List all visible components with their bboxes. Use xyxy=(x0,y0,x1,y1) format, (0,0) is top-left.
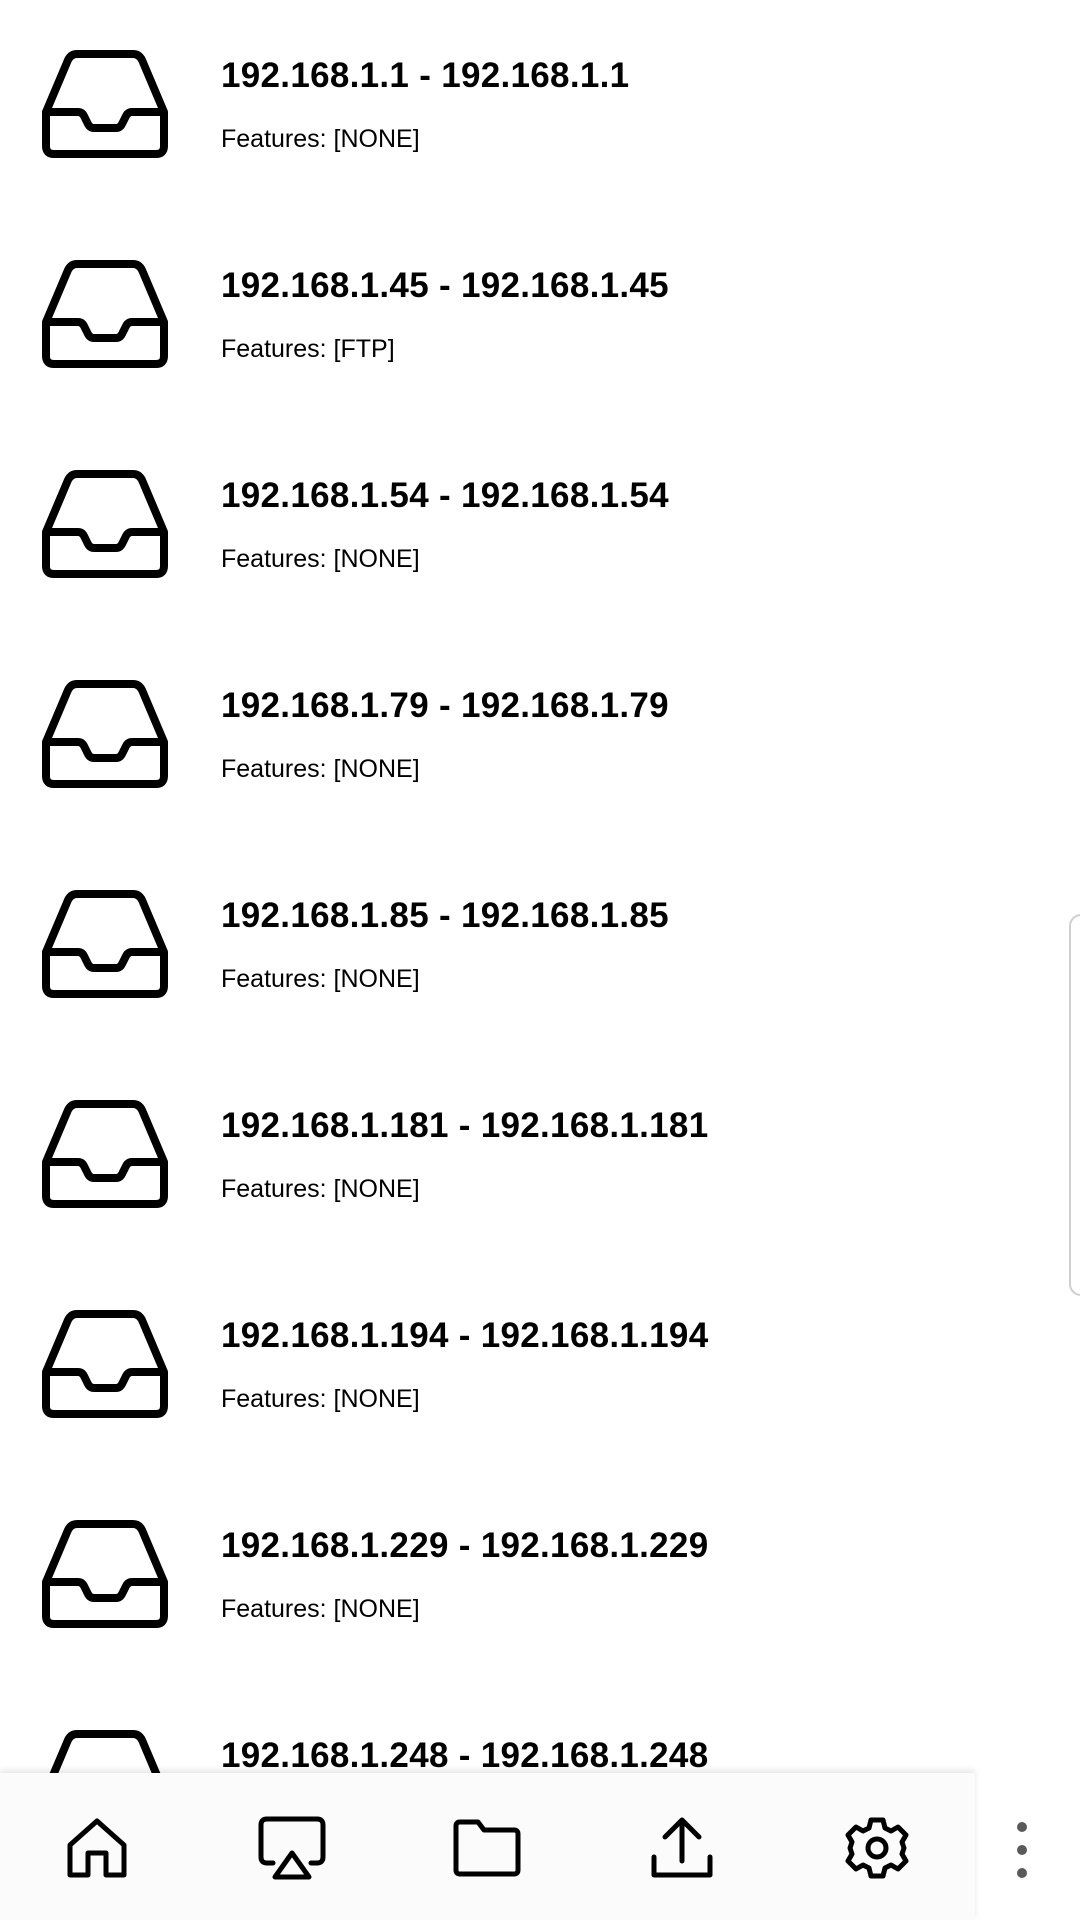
more-dot xyxy=(1017,1868,1027,1878)
device-list-item[interactable]: 192.168.1.229 - 192.168.1.229 Features: … xyxy=(0,1470,1060,1680)
more-vertical-icon[interactable] xyxy=(1002,1822,1042,1878)
device-title: 192.168.1.85 - 192.168.1.85 xyxy=(221,896,669,935)
device-title: 192.168.1.181 - 192.168.1.181 xyxy=(221,1106,709,1145)
bottom-navigation-bar xyxy=(0,1773,975,1920)
device-title: 192.168.1.1 - 192.168.1.1 xyxy=(221,56,630,95)
device-list-item[interactable]: 192.168.1.54 - 192.168.1.54 Features: [N… xyxy=(0,420,1060,630)
device-features: Features: [NONE] xyxy=(221,1385,420,1413)
inbox-icon xyxy=(40,470,170,580)
device-list-item[interactable]: 192.168.1.1 - 192.168.1.1 Features: [NON… xyxy=(0,0,1060,210)
device-title: 192.168.1.54 - 192.168.1.54 xyxy=(221,476,669,515)
device-title: 192.168.1.45 - 192.168.1.45 xyxy=(221,266,669,305)
device-list-item[interactable]: 192.168.1.194 - 192.168.1.194 Features: … xyxy=(0,1260,1060,1470)
device-title: 192.168.1.229 - 192.168.1.229 xyxy=(221,1526,709,1565)
edge-panel-handle[interactable] xyxy=(1069,914,1080,1296)
gear-icon xyxy=(845,1817,909,1879)
nav-upload-button[interactable] xyxy=(647,1813,717,1883)
inbox-icon xyxy=(40,1100,170,1210)
device-list-item[interactable]: 192.168.1.45 - 192.168.1.45 Features: [F… xyxy=(0,210,1060,420)
folder-icon xyxy=(453,1819,521,1877)
inbox-icon xyxy=(40,260,170,370)
upload-icon xyxy=(651,1817,713,1878)
nav-files-button[interactable] xyxy=(452,1813,522,1883)
inbox-icon xyxy=(40,50,170,160)
device-features: Features: [NONE] xyxy=(221,1175,420,1203)
device-list-item[interactable]: 192.168.1.79 - 192.168.1.79 Features: [N… xyxy=(0,630,1060,840)
inbox-icon xyxy=(40,680,170,790)
device-features: Features: [NONE] xyxy=(221,1595,420,1623)
more-dot xyxy=(1017,1822,1027,1832)
device-features: Features: [NONE] xyxy=(221,545,420,573)
device-list-item[interactable]: 192.168.1.85 - 192.168.1.85 Features: [N… xyxy=(0,840,1060,1050)
inbox-icon xyxy=(40,1310,170,1420)
device-list: 192.168.1.1 - 192.168.1.1 Features: [NON… xyxy=(0,0,1080,1920)
nav-home-button[interactable] xyxy=(62,1813,132,1883)
device-features: Features: [NONE] xyxy=(221,755,420,783)
device-features: Features: [NONE] xyxy=(221,125,420,153)
device-title: 192.168.1.248 - 192.168.1.248 xyxy=(221,1736,709,1775)
device-title: 192.168.1.194 - 192.168.1.194 xyxy=(221,1316,709,1355)
device-title: 192.168.1.79 - 192.168.1.79 xyxy=(221,686,669,725)
device-features: Features: [NONE] xyxy=(221,965,420,993)
cast-icon xyxy=(258,1816,326,1880)
device-features: Features: [FTP] xyxy=(221,335,395,363)
inbox-icon xyxy=(40,890,170,1000)
home-icon xyxy=(67,1818,127,1878)
more-dot xyxy=(1017,1845,1027,1855)
device-list-item[interactable]: 192.168.1.181 - 192.168.1.181 Features: … xyxy=(0,1050,1060,1260)
nav-settings-button[interactable] xyxy=(842,1813,912,1883)
nav-cast-button[interactable] xyxy=(257,1813,327,1883)
inbox-icon xyxy=(40,1520,170,1630)
